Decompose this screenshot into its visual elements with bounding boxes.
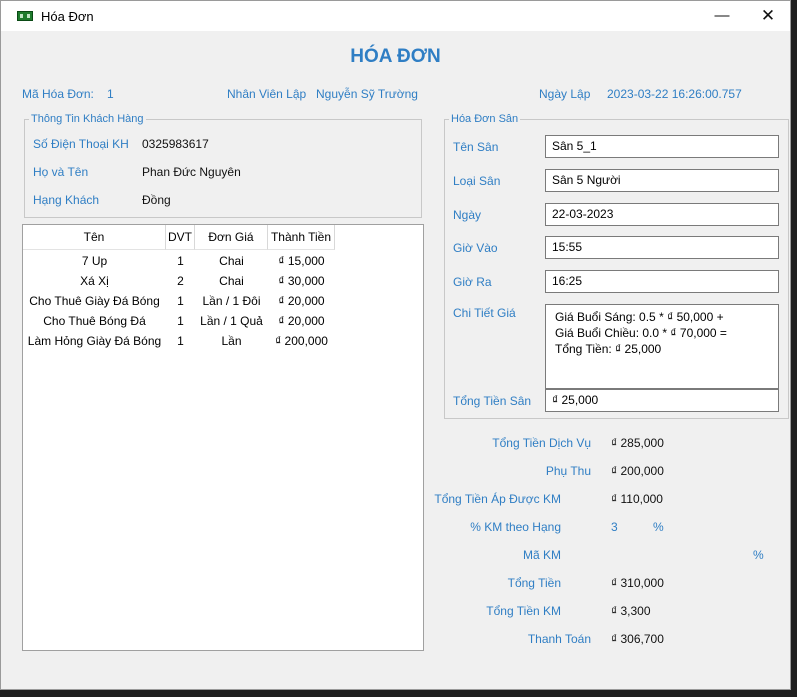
surcharge-label: Phụ Thu: [545, 464, 591, 478]
discount-total-label: Tổng Tiền KM: [486, 604, 561, 618]
item-name-cell: Xá Xị: [80, 274, 109, 288]
date-value: 2023-03-22 16:26:00.757: [607, 87, 742, 101]
page-title: HÓA ĐƠN: [350, 46, 441, 67]
item-price-cell: Lần: [221, 334, 242, 348]
item-unit-cell: 1: [177, 334, 184, 348]
discountable-value: ₫ 110,000: [611, 492, 663, 506]
column-header-name[interactable]: Tên: [23, 225, 166, 250]
rank-discount-label: % KM theo Hạng: [470, 520, 561, 534]
court-date-label: Ngày: [453, 208, 482, 222]
app-icon: [17, 11, 33, 21]
staff-value: Nguyễn Sỹ Trường: [316, 87, 418, 101]
service-total-label: Tổng Tiền Dịch Vụ: [492, 436, 591, 450]
surcharge-value: ₫ 200,000: [611, 464, 664, 478]
rank-label: Hạng Khách: [33, 193, 100, 207]
invoice-id-label: Mã Hóa Đơn:: [22, 87, 94, 101]
items-table[interactable]: Tên DVT Đơn Giá Thành Tiền 7 Up 1 Chai ₫ 15…: [22, 224, 424, 651]
item-unit-cell: 1: [177, 314, 184, 328]
price-detail-field[interactable]: Giá Buổi Sáng: 0.5 * ₫ 50,000 + Giá Buổi…: [545, 304, 779, 389]
item-unit-cell: 1: [177, 294, 184, 308]
table-row[interactable]: Xá Xị 2 Chai ₫ 30,000: [23, 271, 353, 291]
table-row[interactable]: Cho Thuê Giày Đá Bóng 1 Lần / 1 Đôi ₫ 20,00…: [23, 291, 353, 311]
item-name-cell: Cho Thuê Giày Đá Bóng: [29, 294, 160, 308]
payment-label: Thanh Toán: [527, 632, 591, 646]
title-bar: Hóa Đơn — ✕: [1, 1, 790, 31]
phone-value: 0325983617: [142, 137, 209, 151]
time-in-field[interactable]: 15:55: [545, 236, 779, 259]
payment-value: ₫ 306,700: [611, 632, 664, 646]
court-group-legend: Hóa Đơn Sân: [451, 113, 519, 125]
column-header-unit[interactable]: DVT: [166, 225, 195, 250]
item-amount-cell: ₫ 30,000: [278, 274, 325, 288]
item-unit-cell: 1: [177, 254, 184, 268]
phone-label: Số Điện Thoại KH: [33, 137, 129, 151]
item-amount-cell: ₫ 200,000: [275, 334, 328, 348]
item-amount-cell: ₫ 15,000: [278, 254, 325, 268]
staff-label: Nhân Viên Lập: [227, 87, 307, 101]
name-label: Họ và Tên: [33, 165, 89, 179]
price-detail-label: Chi Tiết Giá: [453, 306, 516, 320]
price-detail-line: Giá Buổi Chiều: 0.0 * ₫ 70,000 =: [555, 326, 727, 340]
court-total-field[interactable]: ₫ 25,000: [545, 389, 779, 412]
customer-group-legend: Thông Tin Khách Hàng: [31, 113, 144, 125]
price-detail-line: Giá Buổi Sáng: 0.5 * ₫ 50,000 +: [555, 310, 724, 324]
item-price-cell: Chai: [219, 274, 244, 288]
item-price-cell: Lần / 1 Quả: [200, 314, 263, 328]
invoice-id-value: 1: [107, 87, 114, 101]
promo-code-unit: %: [753, 548, 764, 562]
discountable-label: Tổng Tiền Áp Được KM: [434, 492, 561, 506]
rank-discount-unit: %: [653, 520, 664, 534]
discount-total-value: ₫ 3,300: [611, 604, 651, 618]
item-name-cell: 7 Up: [81, 254, 108, 268]
price-detail-line: Tổng Tiền: ₫ 25,000: [555, 342, 662, 356]
time-out-field[interactable]: 16:25: [545, 270, 779, 293]
court-total-label: Tổng Tiền Sân: [453, 394, 532, 408]
promo-code-label: Mã KM: [522, 548, 561, 562]
window-title: Hóa Đơn: [41, 9, 94, 24]
court-type-field[interactable]: Sân 5 Người: [545, 169, 779, 192]
column-header-amount[interactable]: Thành Tiền: [268, 225, 335, 250]
grand-total-label: Tổng Tiền: [507, 576, 561, 590]
court-name-label: Tên Sân: [453, 140, 499, 154]
column-header-price[interactable]: Đơn Giá: [195, 225, 268, 250]
court-type-label: Loại Sân: [453, 174, 501, 188]
close-button[interactable]: ✕: [745, 1, 791, 31]
table-row[interactable]: Cho Thuê Bóng Đá 1 Lần / 1 Quả ₫ 20,000: [23, 311, 353, 331]
name-value: Phan Đức Nguyên: [142, 165, 241, 179]
invoice-window: Hóa Đơn — ✕ HÓA ĐƠN Mã Hóa Đơn: 1 Nhân V…: [0, 0, 791, 690]
time-out-label: Giờ Ra: [453, 275, 492, 289]
grand-total-value: ₫ 310,000: [611, 576, 664, 590]
service-total-value: ₫ 285,000: [611, 436, 664, 450]
item-amount-cell: ₫ 20,000: [278, 314, 325, 328]
item-price-cell: Chai: [219, 254, 244, 268]
minimize-button[interactable]: —: [699, 1, 745, 31]
item-name-cell: Cho Thuê Bóng Đá: [43, 314, 146, 328]
item-name-cell: Làm Hỏng Giày Đá Bóng: [27, 334, 162, 348]
date-label: Ngày Lập: [539, 87, 591, 101]
table-row[interactable]: 7 Up 1 Chai ₫ 15,000: [23, 251, 353, 271]
court-date-field[interactable]: 22-03-2023: [545, 203, 779, 226]
item-unit-cell: 2: [177, 274, 184, 288]
item-amount-cell: ₫ 20,000: [278, 294, 325, 308]
table-row[interactable]: Làm Hỏng Giày Đá Bóng 1 Lần ₫ 200,000: [23, 331, 353, 351]
time-in-label: Giờ Vào: [453, 241, 498, 255]
rank-value: Đồng: [142, 193, 171, 207]
item-price-cell: Lần / 1 Đôi: [202, 294, 261, 308]
court-name-field[interactable]: Sân 5_1: [545, 135, 779, 158]
rank-discount-value: 3: [611, 520, 618, 534]
